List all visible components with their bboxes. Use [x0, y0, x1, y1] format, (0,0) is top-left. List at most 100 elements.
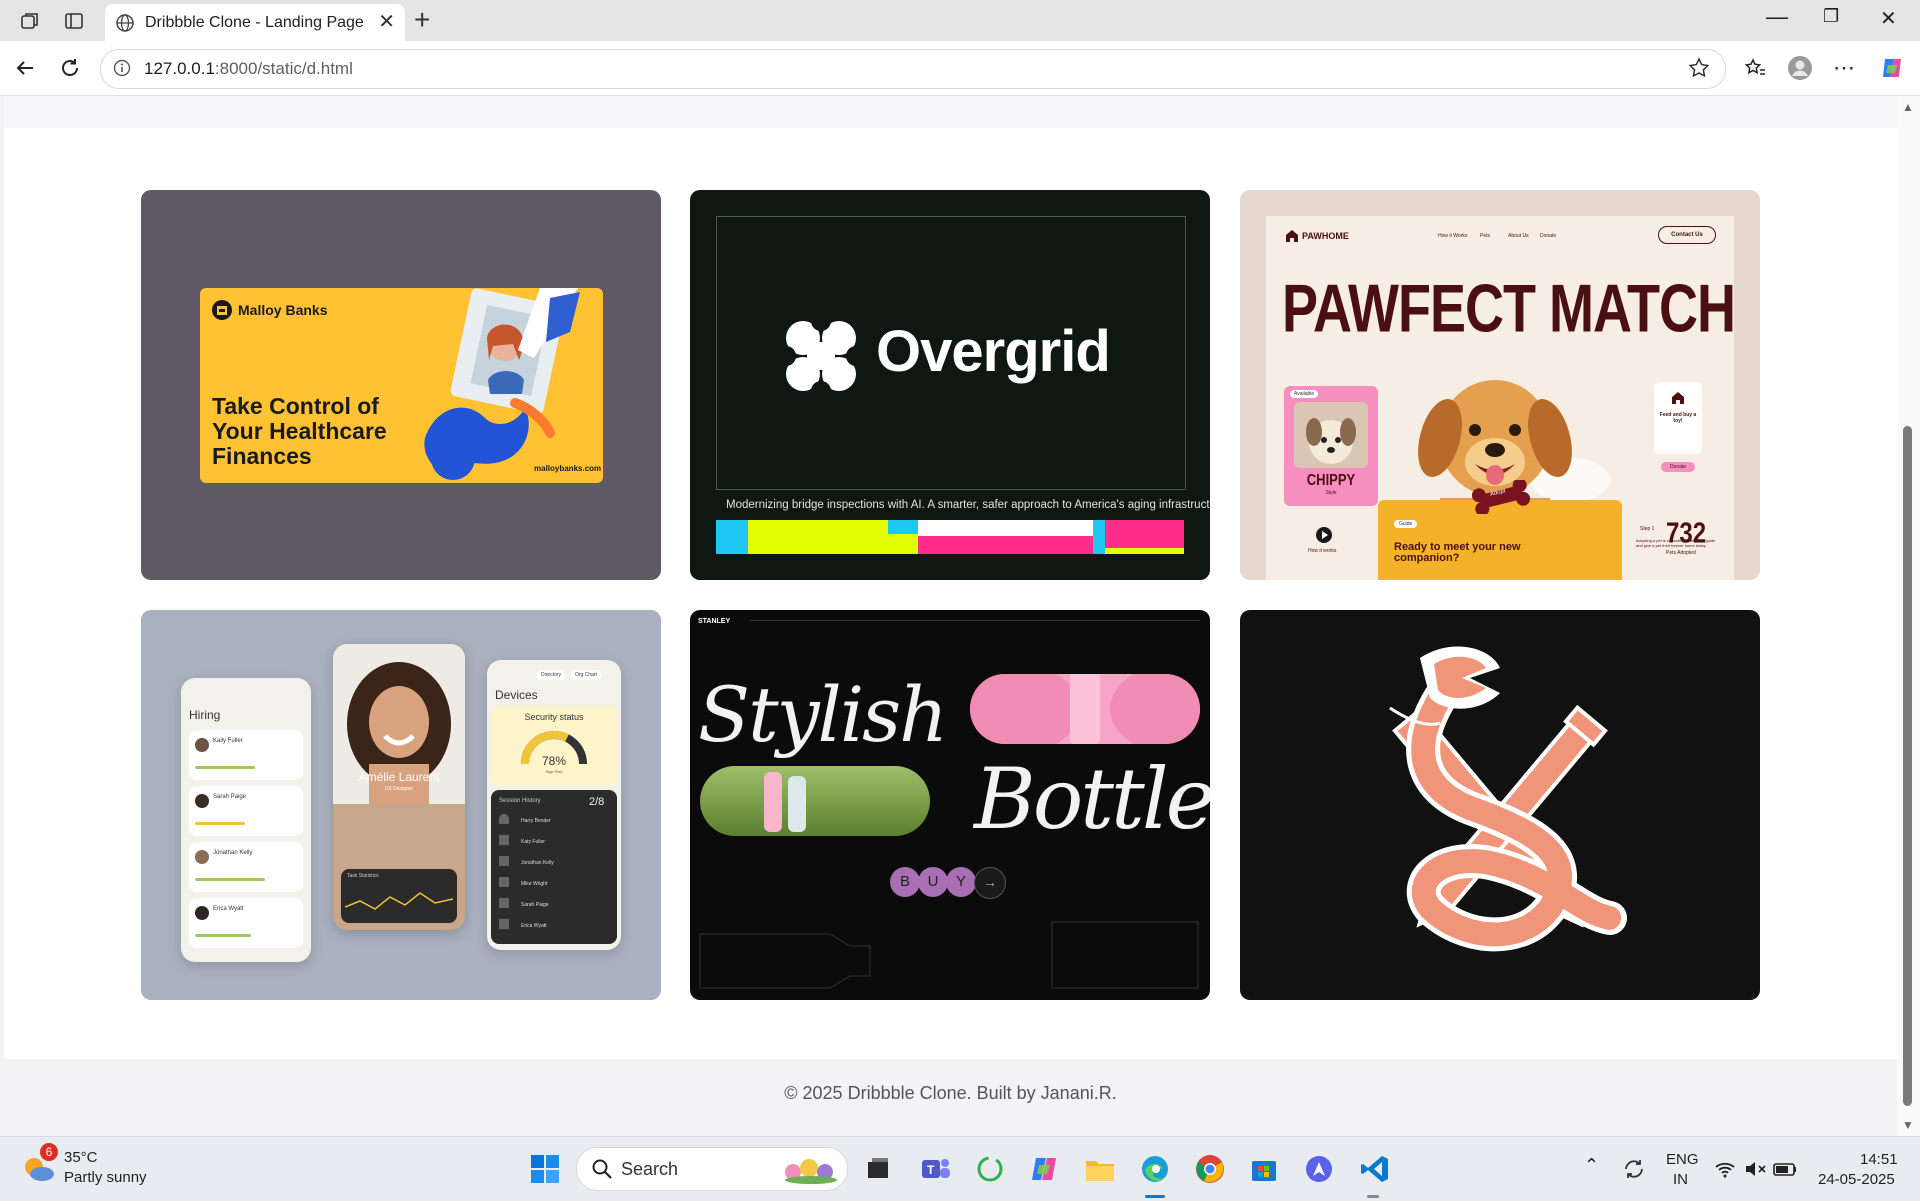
- person-row[interactable]: Jonathan Kelly: [189, 842, 303, 892]
- avatar: [195, 906, 209, 920]
- favorite-star-icon[interactable]: [1687, 56, 1711, 80]
- buy-letter: U: [918, 867, 948, 897]
- paw-play-button[interactable]: [1316, 527, 1332, 543]
- copilot-app-icon[interactable]: [1026, 1151, 1062, 1187]
- session-label: Session History: [499, 798, 541, 804]
- language-top[interactable]: ENG: [1666, 1151, 1699, 1168]
- malloy-headline-line-3: Finances: [212, 443, 312, 469]
- system-status-group[interactable]: [1712, 1151, 1802, 1187]
- paw-panel-title: Ready to meet your new companion?: [1394, 541, 1521, 564]
- refresh-icon[interactable]: [57, 55, 83, 81]
- search-label: Search: [621, 1159, 679, 1179]
- site-info-icon[interactable]: [113, 59, 131, 77]
- devices-title: Devices: [495, 688, 538, 702]
- page-viewport: Malloy Banks Take Control of Your Health…: [4, 96, 1897, 1136]
- globe-icon: [116, 14, 134, 32]
- home-icon: [1672, 392, 1684, 404]
- back-icon[interactable]: [12, 55, 38, 81]
- header-strip: [4, 96, 1897, 128]
- paw-side-text: Feed and buy a toy!: [1659, 412, 1697, 424]
- person-row[interactable]: Kaily Fuller: [189, 730, 303, 780]
- paw-nav-how[interactable]: How it Works: [1438, 233, 1467, 239]
- person-row[interactable]: Sarah Paige: [189, 786, 303, 836]
- start-button[interactable]: [527, 1151, 563, 1187]
- malloy-headline: Take Control of Your Healthcare Finances: [212, 394, 387, 469]
- scrollbar-thumb[interactable]: [1903, 426, 1912, 1106]
- paw-contact-button[interactable]: Contact Us: [1658, 226, 1716, 244]
- shot-card-snake-illustration[interactable]: [1240, 610, 1760, 1000]
- chrome-icon[interactable]: [1192, 1151, 1228, 1187]
- snake-pencils-illustration: [1389, 646, 1627, 952]
- session-row[interactable]: Mike Wright: [521, 881, 547, 887]
- sync-icon[interactable]: [1616, 1151, 1652, 1187]
- paw-step-label: Step 1: [1640, 526, 1655, 532]
- windows-taskbar: 6 35°C Partly sunny Search T ⌃ ENG IN 14…: [0, 1136, 1920, 1201]
- profile-avatar[interactable]: [1787, 55, 1813, 81]
- security-value: 78%: [541, 754, 567, 768]
- battery-icon: [1773, 1163, 1796, 1176]
- paw-nav-about[interactable]: About Us: [1508, 233, 1529, 239]
- overgrid-logo-text: Overgrid: [876, 319, 1111, 384]
- paw-nav-donate[interactable]: Donate: [1540, 233, 1556, 239]
- tab-dribbble-clone[interactable]: Dribbble Clone - Landing Page ✕: [105, 4, 405, 41]
- security-sub: High Risk: [545, 769, 563, 774]
- paw-how-link[interactable]: How it works: [1308, 548, 1336, 554]
- session-row[interactable]: Erica Wyatt: [521, 923, 547, 929]
- minimize-button[interactable]: —: [1766, 4, 1788, 30]
- clock-time[interactable]: 14:51: [1860, 1151, 1898, 1168]
- close-tab-icon[interactable]: ✕: [378, 12, 395, 32]
- page-scrollbar[interactable]: ▲ ▼: [1897, 96, 1920, 1136]
- workspaces-icon[interactable]: [18, 9, 42, 33]
- teams-icon[interactable]: T: [918, 1151, 954, 1187]
- copilot-icon[interactable]: [1879, 55, 1905, 81]
- paw-nav-pets[interactable]: Pets: [1480, 233, 1490, 239]
- session-row[interactable]: Harry Bender: [521, 818, 551, 824]
- task-view-icon[interactable]: [860, 1151, 896, 1187]
- session-row[interactable]: Jonathan Kelly: [521, 860, 554, 866]
- tab-directory[interactable]: Directory: [537, 670, 566, 680]
- session-row[interactable]: Katy Fuller: [521, 839, 545, 845]
- person-name: Sarah Paige: [213, 794, 247, 800]
- shot-card-pawfect-match[interactable]: PAWHOME How it Works Pets About Us Donat…: [1240, 190, 1760, 580]
- person-row[interactable]: Erica Wyatt: [189, 898, 303, 948]
- shot-card-overgrid[interactable]: Overgrid Modernizing bridge inspections …: [690, 190, 1210, 580]
- microsoft-store-icon[interactable]: [1246, 1151, 1282, 1187]
- shot-card-stylish-bottle[interactable]: STANLEY Stylish Bottle B U Y →: [690, 610, 1210, 1000]
- cursor-app-icon[interactable]: [1301, 1151, 1337, 1187]
- scroll-up-icon[interactable]: ▲: [1902, 100, 1914, 114]
- shot-card-malloy-banks[interactable]: Malloy Banks Take Control of Your Health…: [141, 190, 661, 580]
- shot-card-hiring-app[interactable]: Hiring Kaily Fuller Sarah Paige Jonathan…: [141, 610, 661, 1000]
- show-hidden-icons-icon[interactable]: ⌃: [1584, 1155, 1599, 1176]
- hiring-phone-devices: Directory Org Chart Devices Security sta…: [487, 660, 621, 950]
- url-path: :8000/static/d.html: [214, 59, 353, 78]
- paw-pet-card[interactable]: Available CHIPPY Style: [1284, 386, 1378, 506]
- refresh-ring-app-icon[interactable]: [972, 1151, 1008, 1187]
- session-row[interactable]: Sarah Paige: [521, 902, 549, 908]
- profile-name: Amélie Laurent: [358, 770, 440, 784]
- scroll-down-icon[interactable]: ▼: [1902, 1118, 1914, 1132]
- overgrid-color-bar: [716, 520, 1184, 554]
- hiring-title: Hiring: [189, 708, 221, 722]
- edge-browser-icon[interactable]: [1137, 1151, 1173, 1187]
- session-avatars: [499, 814, 509, 934]
- file-explorer-icon[interactable]: [1082, 1151, 1118, 1187]
- taskbar-search[interactable]: Search: [576, 1147, 848, 1191]
- vertical-tabs-icon[interactable]: [62, 9, 86, 33]
- restore-button[interactable]: ❐: [1823, 6, 1839, 27]
- volume-muted-icon: [1746, 1162, 1766, 1176]
- address-bar[interactable]: 127.0.0.1:8000/static/d.html: [100, 49, 1726, 89]
- url-text: 127.0.0.1:8000/static/d.html: [144, 59, 353, 79]
- paw-side-button[interactable]: Donate: [1661, 462, 1695, 472]
- tab-org-chart[interactable]: Org Chart: [571, 670, 601, 680]
- new-tab-button[interactable]: +: [414, 4, 430, 36]
- paw-pet-sub: Style: [1325, 490, 1337, 496]
- clock-date[interactable]: 24-05-2025: [1818, 1171, 1895, 1188]
- language-bottom[interactable]: IN: [1673, 1171, 1688, 1188]
- favorites-icon[interactable]: [1742, 55, 1768, 81]
- more-menu-icon[interactable]: ⋯: [1831, 55, 1857, 81]
- close-window-button[interactable]: ✕: [1880, 6, 1897, 31]
- person-name: Erica Wyatt: [213, 906, 244, 912]
- vscode-icon[interactable]: [1357, 1151, 1393, 1187]
- paw-side-card[interactable]: Feed and buy a toy!: [1654, 382, 1702, 454]
- stanley-buy-button[interactable]: B U Y →: [890, 867, 1006, 899]
